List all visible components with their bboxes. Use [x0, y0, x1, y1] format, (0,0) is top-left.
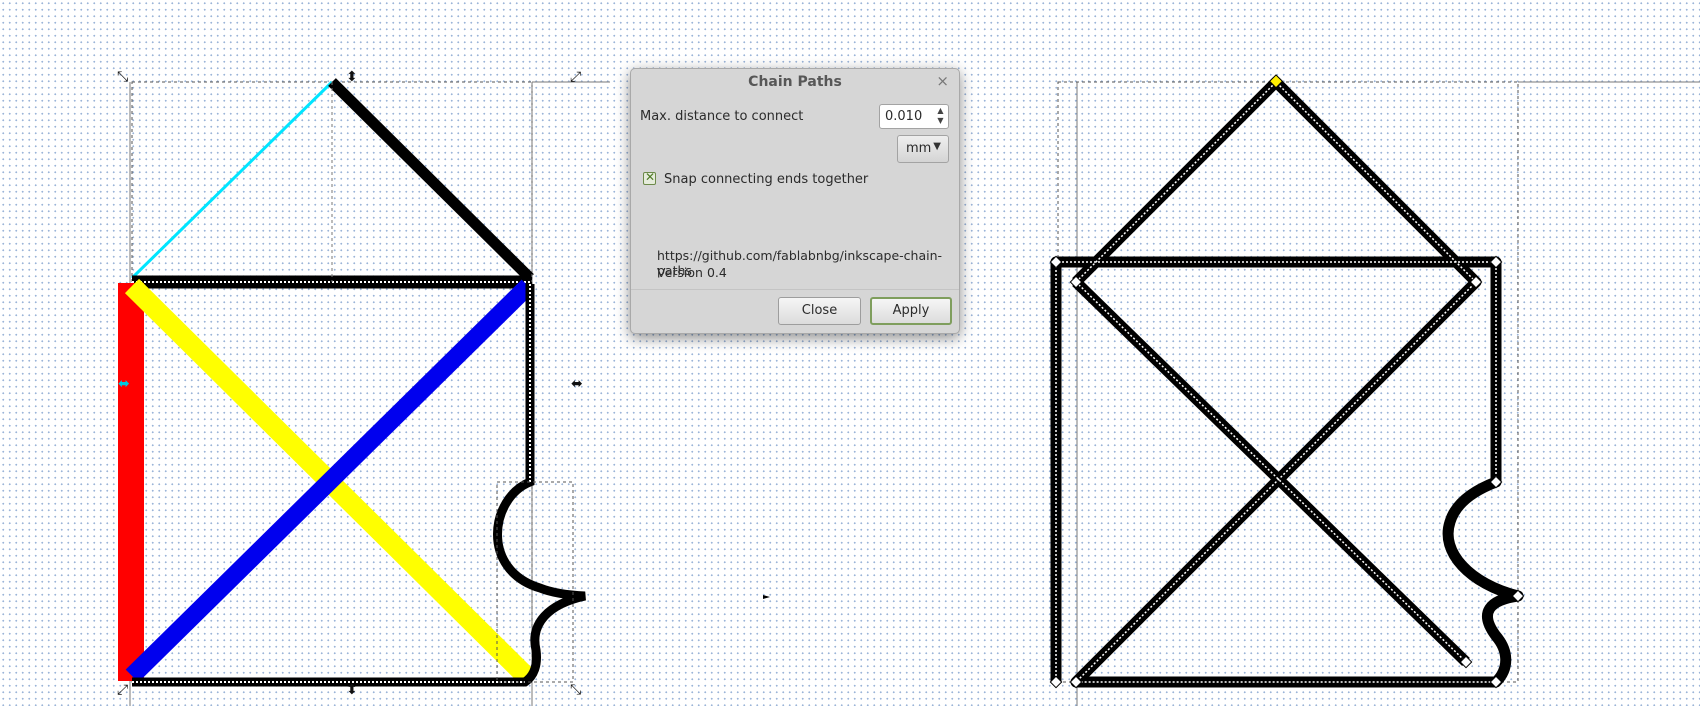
stretch-handle-bottom-icon[interactable]: ⬍	[346, 682, 358, 698]
chain-paths-dialog: Chain Paths × Max. distance to connect 0…	[630, 68, 960, 334]
spin-up-icon[interactable]: ▲	[935, 106, 946, 116]
right-bbox	[1057, 81, 1519, 683]
stretch-handle-top-icon[interactable]: ⬍	[346, 69, 358, 85]
unit-dropdown[interactable]: mm ▼	[897, 135, 949, 163]
snap-label[interactable]: Snap connecting ends together	[664, 172, 868, 187]
spin-down-icon[interactable]: ▼	[935, 116, 946, 126]
max-distance-value[interactable]: 0.010	[885, 109, 922, 124]
node-markers[interactable]	[1049, 74, 1525, 689]
close-button[interactable]: Close	[778, 297, 861, 325]
chained-path[interactable]	[1050, 76, 1524, 688]
apply-button[interactable]: Apply	[870, 297, 952, 325]
stretch-handle-right-icon[interactable]: ⬌	[571, 376, 583, 392]
stretch-handle-left-icon[interactable]: ⬌	[118, 376, 130, 392]
left-wall-red-path[interactable]	[118, 283, 144, 681]
chained-path-highlight	[1055, 80, 1497, 683]
max-distance-label: Max. distance to connect	[640, 109, 804, 124]
snap-checkbox[interactable]: ✕	[643, 170, 656, 185]
dialog-title: Chain Paths	[748, 74, 842, 90]
spin-buttons[interactable]: ▲ ▼	[935, 106, 946, 126]
scale-handle-tl-icon[interactable]: ⤡	[117, 69, 128, 85]
dropdown-arrow-icon: ▼	[933, 141, 941, 152]
dialog-close-icon[interactable]: ×	[936, 72, 949, 90]
selection-handles[interactable]: ⤡ ⤢ ⤢ ⤡ ⬍ ⬍ ⬌ ⬌	[117, 69, 583, 698]
scale-handle-br-icon[interactable]: ⤡	[570, 682, 581, 698]
button-separator	[631, 289, 959, 290]
max-distance-spinbox[interactable]: 0.010 ▲ ▼	[879, 104, 949, 129]
roof-right-path[interactable]	[328, 78, 534, 282]
scale-handle-tr-icon[interactable]: ⤢	[570, 69, 581, 85]
left-drawing[interactable]	[118, 78, 587, 687]
unit-value: mm	[906, 141, 932, 156]
version-text: Version 0.4	[657, 265, 727, 280]
roof-left-cyan-path[interactable]	[130, 80, 334, 280]
right-drawing[interactable]	[1049, 74, 1525, 689]
mouse-pointer-icon	[763, 595, 770, 599]
checkmark-icon: ✕	[645, 170, 656, 184]
scale-handle-bl-icon[interactable]: ⤢	[117, 682, 128, 698]
